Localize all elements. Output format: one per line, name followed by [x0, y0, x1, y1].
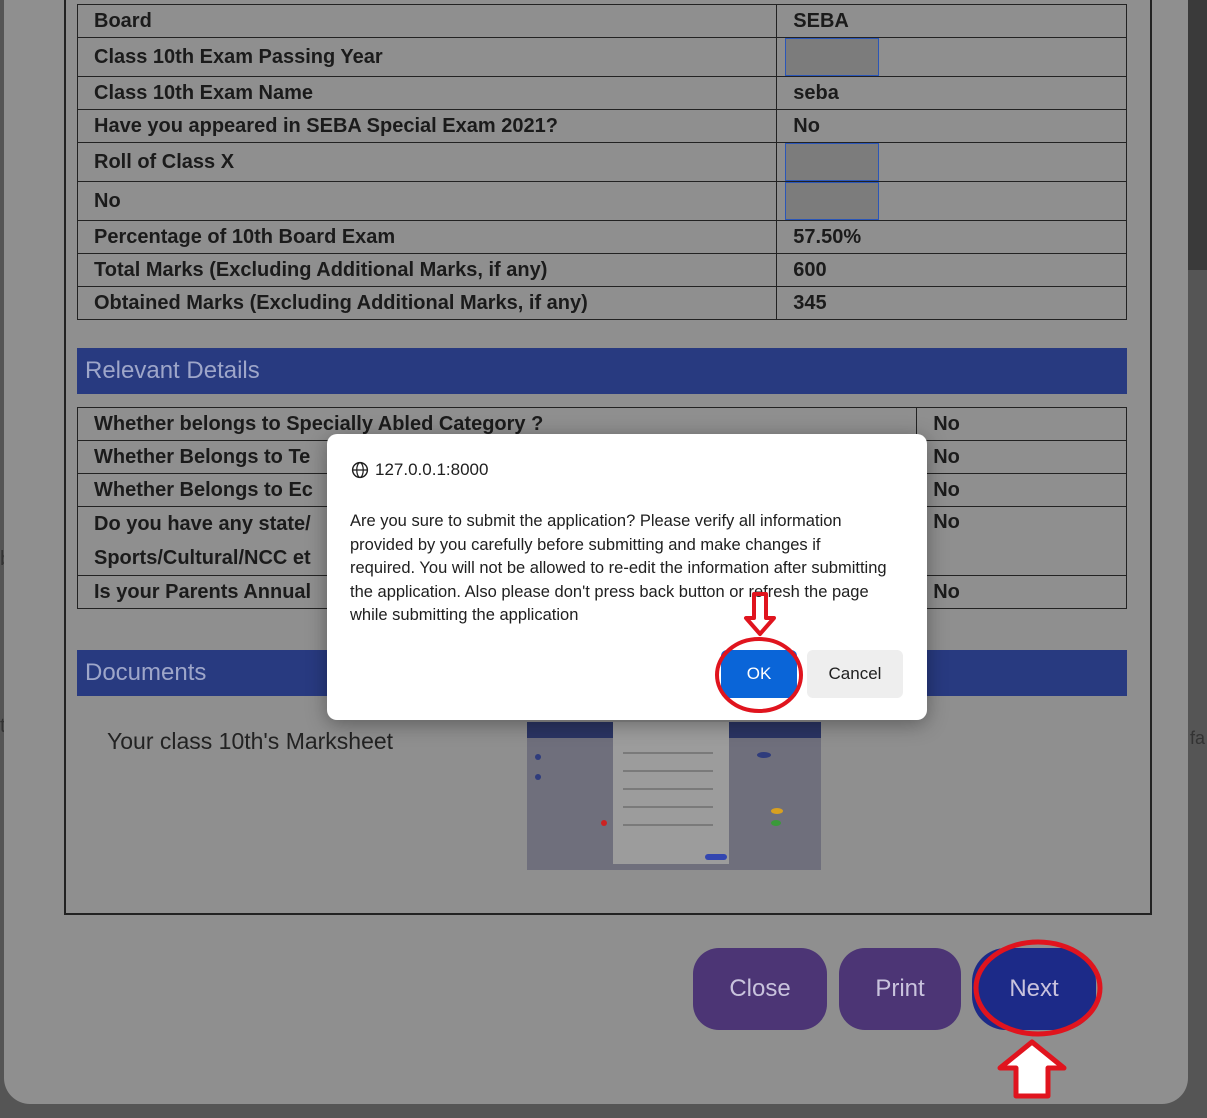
academic-row: Total Marks (Excluding Additional Marks,… — [76, 253, 1127, 287]
academic-row-label: Total Marks (Excluding Additional Marks,… — [76, 253, 778, 287]
academic-row-value — [776, 37, 1127, 77]
relevant-row-value: No — [916, 407, 1127, 441]
academic-row: Class 10th Exam Name seba — [76, 76, 1127, 110]
academic-row-label: Roll of Class X — [76, 142, 778, 182]
marksheet-label: Your class 10th's Marksheet — [107, 728, 394, 754]
relevant-row-value: No — [916, 473, 1127, 507]
redacted-value — [785, 38, 880, 76]
academic-row-value: 600 — [776, 253, 1127, 287]
print-button[interactable]: Print — [839, 948, 961, 1030]
academic-row-value: SEBA — [776, 4, 1127, 38]
close-button[interactable]: Close — [693, 948, 827, 1030]
academic-details-table: Board SEBA Class 10th Exam Passing Year Cla… — [76, 4, 1127, 320]
academic-row: Class 10th Exam Passing Year — [76, 37, 1127, 77]
academic-row-label: Have you appeared in SEBA Special Exam 2… — [76, 109, 778, 143]
cancel-button[interactable]: Cancel — [807, 650, 903, 698]
dialog-origin: 127.0.0.1:8000 — [351, 460, 488, 480]
academic-row-label: Percentage of 10th Board Exam — [76, 220, 778, 254]
academic-row: No — [76, 181, 1127, 221]
academic-row-value — [776, 181, 1127, 221]
academic-row-label: Class 10th Exam Passing Year — [76, 37, 778, 77]
redacted-value — [785, 143, 880, 181]
academic-row: Board SEBA — [76, 4, 1127, 38]
academic-row: Percentage of 10th Board Exam 57.50% — [76, 220, 1127, 254]
academic-row-value — [776, 142, 1127, 182]
dialog-origin-text: 127.0.0.1:8000 — [375, 460, 489, 479]
background-right-panel — [1188, 0, 1207, 270]
academic-row-label: Board — [76, 4, 778, 38]
dialog-message: Are you sure to submit the application? … — [350, 512, 887, 624]
relevant-row-value: No — [916, 575, 1127, 609]
academic-row-label: No — [76, 181, 778, 221]
marksheet-thumbnail[interactable] — [527, 722, 821, 870]
academic-row-label: Obtained Marks (Excluding Additional Mar… — [76, 286, 778, 320]
academic-row-value: 57.50% — [776, 220, 1127, 254]
academic-row: Have you appeared in SEBA Special Exam 2… — [76, 109, 1127, 143]
globe-icon — [351, 461, 369, 479]
academic-row-value: 345 — [776, 286, 1127, 320]
ok-button[interactable]: OK — [721, 650, 797, 698]
background-text-fa: fa — [1190, 728, 1206, 748]
confirm-dialog: 127.0.0.1:8000 Are you sure to submit th… — [327, 434, 927, 720]
academic-row-value: seba — [776, 76, 1127, 110]
academic-row: Obtained Marks (Excluding Additional Mar… — [76, 286, 1127, 320]
academic-row: Roll of Class X — [76, 142, 1127, 182]
academic-row-label: Class 10th Exam Name — [76, 76, 778, 110]
relevant-row-value: No — [916, 506, 1127, 576]
academic-row-value: No — [776, 109, 1127, 143]
relevant-row-value: No — [916, 440, 1127, 474]
next-button[interactable]: Next — [972, 948, 1096, 1030]
relevant-details-header: Relevant Details — [77, 348, 1127, 394]
redacted-value — [785, 182, 880, 220]
